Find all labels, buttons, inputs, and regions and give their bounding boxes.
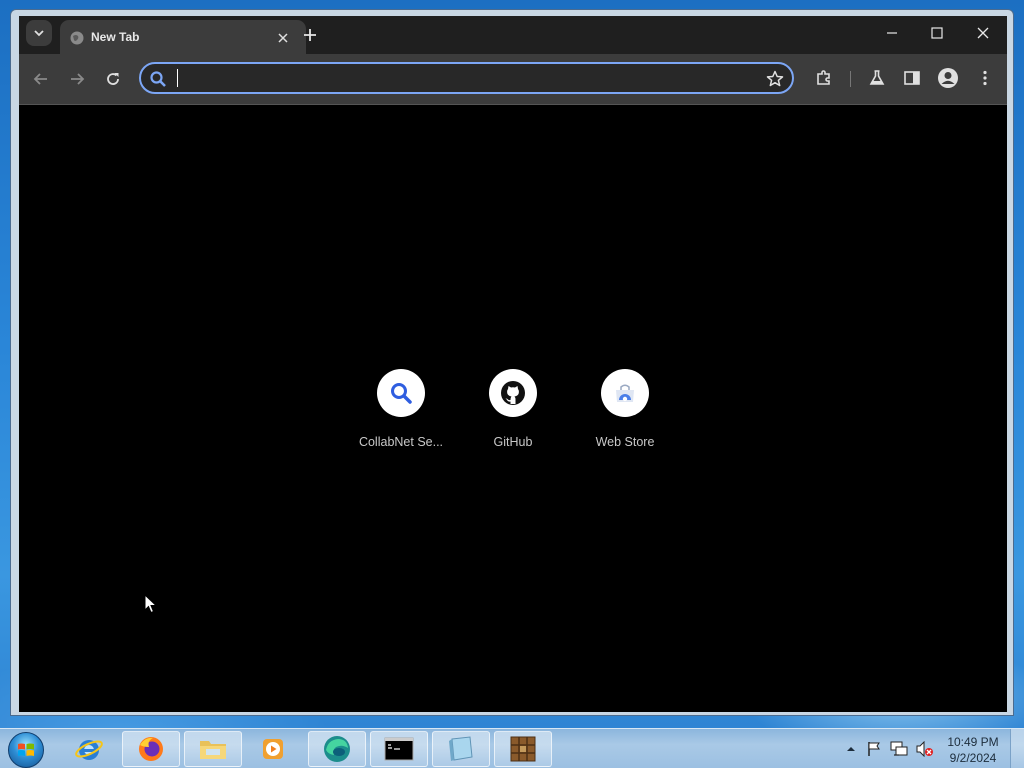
globe-icon [70, 31, 84, 45]
notepad-icon [449, 736, 473, 761]
flag-icon[interactable] [866, 741, 882, 757]
taskbar-clock[interactable]: 10:49 PM 9/2/2024 [944, 734, 1002, 766]
file-explorer-icon [200, 741, 226, 759]
new-tab-page: CollabNet Se... GitHub Web Store [19, 105, 1007, 712]
maximize-button[interactable] [919, 20, 955, 46]
close-icon [278, 33, 288, 43]
address-input[interactable] [175, 67, 749, 91]
puzzle-icon [817, 70, 830, 85]
firefox-icon [139, 737, 163, 761]
toolbar [19, 54, 1007, 105]
volume-muted-icon[interactable] [916, 741, 934, 757]
reload-icon [107, 73, 119, 85]
clock-date: 9/2/2024 [949, 751, 997, 765]
tab-title: New Tab [91, 30, 140, 44]
more-vertical-icon [983, 70, 987, 86]
taskbar-notepad[interactable] [432, 731, 490, 767]
arrow-right-icon [71, 73, 85, 85]
shortcut-label: CollabNet Se... [358, 435, 444, 449]
shortcut-icon-circle [601, 369, 649, 417]
labs-button[interactable] [866, 67, 888, 89]
edge-icon [324, 736, 350, 762]
github-icon [501, 381, 525, 405]
media-player-icon [263, 739, 283, 759]
taskbar-edge[interactable] [308, 731, 366, 767]
tab-close-button[interactable] [274, 29, 292, 47]
taskbar-internet-explorer[interactable] [60, 731, 118, 767]
chevron-up-icon[interactable] [846, 744, 856, 754]
windows-logo-icon [8, 732, 44, 768]
taskbar: 10:49 PM 9/2/2024 [0, 728, 1024, 768]
taskbar-file-explorer[interactable] [184, 731, 242, 767]
shortcut-icon-circle [377, 369, 425, 417]
search-icon [391, 383, 412, 404]
minimize-button[interactable] [874, 20, 910, 46]
webstore-icon [616, 384, 634, 402]
extensions-button[interactable] [813, 67, 835, 89]
tab-search-button[interactable] [26, 20, 52, 46]
avatar-icon [938, 68, 958, 88]
side-panel-button[interactable] [901, 67, 923, 89]
taskbar-firefox[interactable] [122, 731, 180, 767]
close-icon [977, 27, 989, 39]
text-caret [177, 69, 178, 87]
star-icon[interactable] [765, 69, 785, 89]
archive-icon [510, 736, 536, 762]
command-prompt-icon [384, 737, 414, 761]
search-icon [150, 71, 166, 87]
browser-window: New Tab CollabNet Se... GitHub Web Store [10, 9, 1014, 716]
system-tray [842, 729, 942, 768]
toolbar-separator [850, 71, 851, 87]
maximize-icon [931, 27, 943, 39]
network-icon[interactable] [890, 741, 908, 757]
browser-chrome: New Tab CollabNet Se... GitHub Web Store [19, 16, 1007, 712]
minimize-icon [887, 32, 897, 34]
internet-explorer-icon [75, 740, 103, 760]
shortcut-github[interactable]: GitHub [463, 369, 563, 459]
forward-button[interactable] [66, 68, 88, 90]
tab-strip: New Tab [19, 16, 1007, 54]
shortcut-label: GitHub [493, 435, 533, 449]
back-button[interactable] [30, 68, 52, 90]
taskbar-media-player[interactable] [244, 731, 302, 767]
reload-button[interactable] [102, 68, 124, 90]
arrow-left-icon [33, 73, 47, 85]
flask-icon [869, 70, 885, 85]
shortcut-web-store[interactable]: Web Store [575, 369, 675, 459]
shortcut-label: Web Store [595, 435, 655, 449]
taskbar-command-prompt[interactable] [370, 731, 428, 767]
show-desktop-button[interactable] [1010, 729, 1024, 768]
new-tab-button[interactable] [299, 24, 321, 46]
address-bar[interactable] [139, 62, 794, 94]
plus-icon [304, 29, 316, 41]
tab-new-tab[interactable]: New Tab [60, 20, 306, 54]
taskbar-archive[interactable] [494, 731, 552, 767]
menu-button[interactable] [974, 67, 996, 89]
profile-button[interactable] [937, 67, 959, 89]
close-window-button[interactable] [965, 20, 1001, 46]
shortcut-collabnet[interactable]: CollabNet Se... [351, 369, 451, 459]
start-button[interactable] [6, 731, 46, 768]
chevron-down-icon [34, 30, 44, 37]
shortcut-icon-circle [489, 369, 537, 417]
side-panel-icon [904, 71, 920, 85]
mouse-cursor-icon [144, 594, 158, 614]
clock-time: 10:49 PM [947, 735, 999, 749]
